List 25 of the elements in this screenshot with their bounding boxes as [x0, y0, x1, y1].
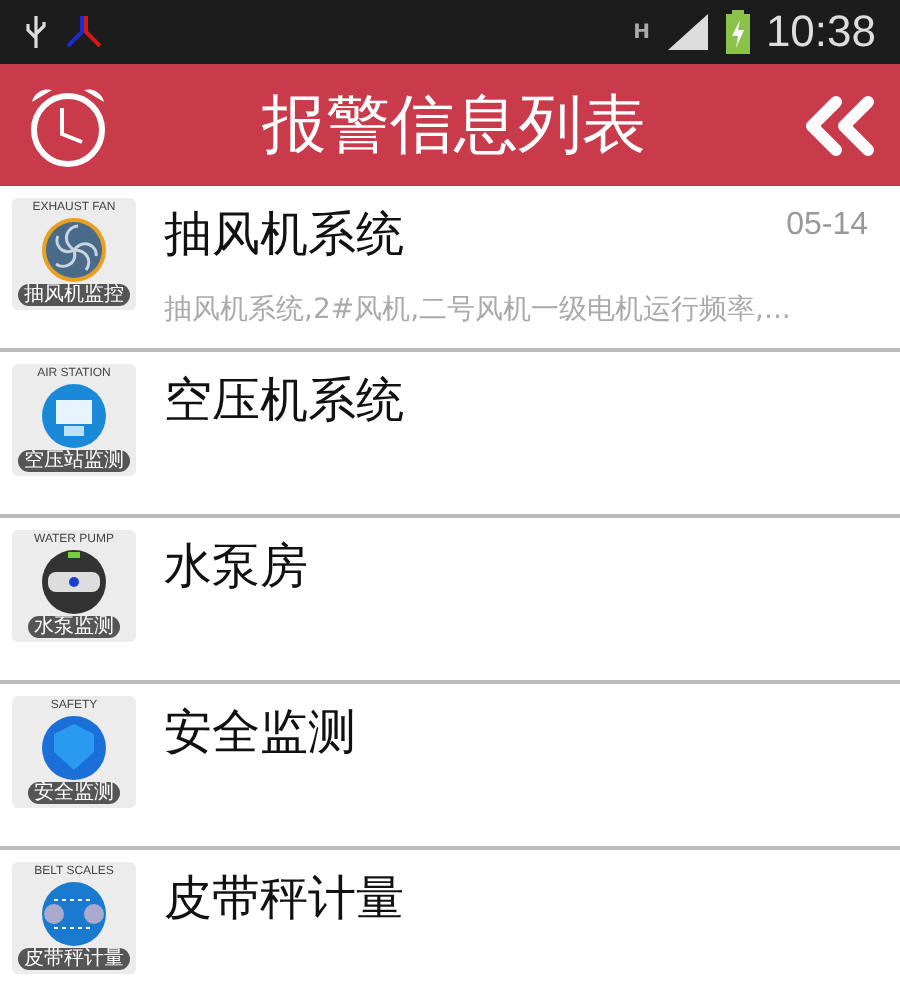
- tile-label: 皮带秤计量: [18, 948, 130, 970]
- module-icon: [40, 381, 108, 449]
- tile-label: 抽风机监控: [18, 284, 130, 306]
- double-chevron-icon: [800, 95, 876, 155]
- usb-icon: [24, 14, 48, 50]
- alarm-title: 空压机系统: [164, 370, 404, 432]
- tile-label: 空压站监测: [18, 450, 130, 472]
- signal-icon: [665, 12, 710, 52]
- alarm-date: 05-14: [786, 206, 868, 244]
- module-icon: [40, 547, 108, 615]
- alarm-title: 水泵房: [164, 536, 308, 598]
- battery-icon: [725, 10, 750, 54]
- antenna-icon: [64, 14, 104, 50]
- network-type: H: [633, 21, 650, 43]
- module-icon: [40, 215, 108, 283]
- page-title: 报警信息列表: [260, 83, 648, 165]
- module-icon: [40, 713, 108, 781]
- alarm-title: 抽风机系统: [164, 204, 404, 266]
- tile-label: 水泵监测: [28, 616, 120, 638]
- alarm-title: 安全监测: [164, 702, 356, 764]
- tile-label: 安全监测: [28, 782, 120, 804]
- clock-time: 10:38: [765, 6, 876, 58]
- alarm-title: 皮带秤计量: [164, 868, 404, 930]
- alarm-summary: 抽风机系统,2#风机,二号风机一级电机运行频率,...: [164, 292, 793, 328]
- module-icon: [40, 879, 108, 947]
